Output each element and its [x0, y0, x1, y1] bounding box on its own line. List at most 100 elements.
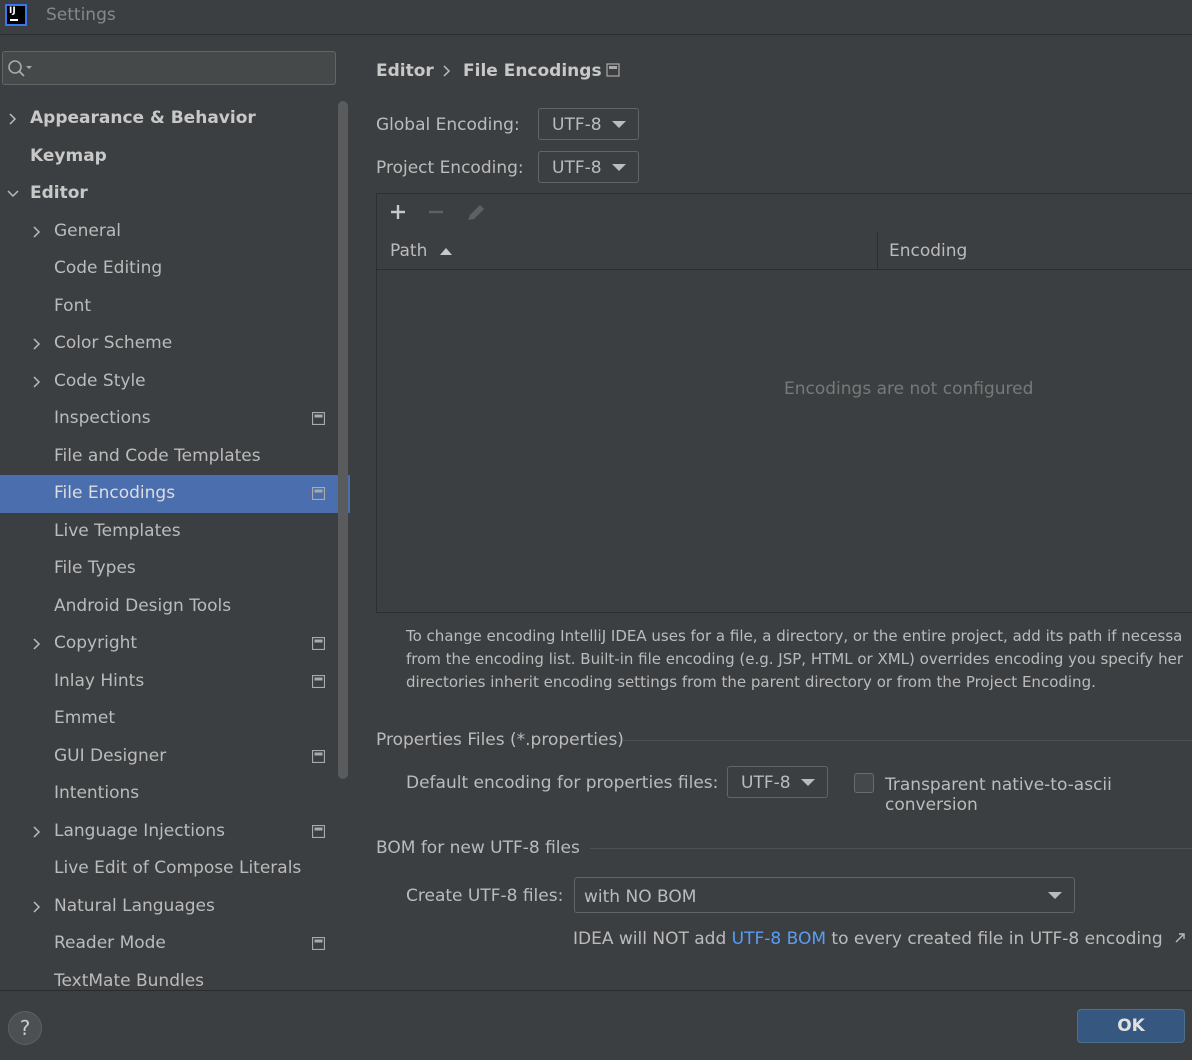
dropdown-arrow-icon — [612, 121, 626, 128]
column-header-path[interactable]: Path — [390, 241, 453, 261]
sidebar-item-file-encodings[interactable]: File Encodings — [0, 475, 350, 513]
sidebar-item-file-types[interactable]: File Types — [0, 550, 350, 588]
encoding-help-text: To change encoding IntelliJ IDEA uses fo… — [406, 625, 1192, 694]
sidebar-item-label: Copyright — [54, 633, 138, 653]
chevron-right-icon[interactable] — [6, 112, 20, 126]
project-scope-icon — [312, 824, 325, 838]
sidebar-item-copyright[interactable]: Copyright — [0, 625, 350, 663]
sidebar-item-label: File and Code Templates — [54, 445, 261, 466]
dropdown-arrow-icon — [801, 779, 815, 786]
column-divider[interactable] — [877, 232, 878, 269]
intellij-logo-icon: IJ — [5, 4, 27, 26]
section-divider — [622, 740, 1192, 741]
sidebar-item-label: Editor — [30, 183, 88, 203]
sidebar-item-intentions[interactable]: Intentions — [0, 775, 350, 813]
sidebar-item-gui-designer[interactable]: GUI Designer — [0, 738, 350, 776]
properties-section-title: Properties Files (*.properties) — [376, 730, 624, 750]
search-input[interactable] — [37, 55, 331, 83]
create-utf8-combo[interactable]: with NO BOM — [574, 877, 1075, 913]
sidebar-item-reader-mode[interactable]: Reader Mode — [0, 925, 350, 963]
create-utf8-value: with NO BOM — [584, 887, 697, 907]
encodings-table: Path Encoding Encodings are not configur… — [376, 193, 1192, 613]
project-scope-icon — [312, 749, 325, 763]
native-to-ascii-label[interactable]: Transparent native-to-ascii conversion — [885, 775, 1192, 815]
dialog-footer: ? OK — [0, 990, 1192, 1060]
breadcrumb-editor[interactable]: Editor — [376, 61, 434, 81]
help-button[interactable]: ? — [8, 1011, 42, 1045]
sidebar-item-inspections[interactable]: Inspections — [0, 400, 350, 438]
project-scope-icon — [312, 487, 325, 500]
sidebar-item-editor[interactable]: Editor — [0, 175, 350, 213]
settings-tree: Appearance & Behavior Keymap Editor General… — [0, 100, 350, 990]
sidebar-item-font[interactable]: Font — [0, 288, 350, 326]
sidebar-item-label: Font — [54, 295, 92, 316]
external-link-icon[interactable] — [1174, 932, 1186, 944]
sidebar-item-general[interactable]: General — [0, 213, 350, 251]
table-toolbar — [377, 194, 1192, 233]
sidebar-item-emmet[interactable]: Emmet — [0, 700, 350, 738]
project-encoding-combo[interactable]: UTF-8 — [538, 151, 639, 183]
properties-encoding-value: UTF-8 — [741, 773, 791, 793]
chevron-right-icon[interactable] — [30, 225, 44, 239]
ok-button[interactable]: OK — [1077, 1009, 1185, 1043]
sidebar-item-label: Live Edit of Compose Literals — [54, 858, 302, 878]
global-encoding-label: Global Encoding: — [376, 115, 520, 135]
sidebar-item-label: Inlay Hints — [54, 670, 145, 691]
sidebar-item-natural-languages[interactable]: Natural Languages — [0, 888, 350, 926]
sidebar-item-textmate-bundles[interactable]: TextMate Bundles — [0, 963, 350, 991]
empty-table-text: Encodings are not configured — [784, 379, 1034, 399]
edit-pencil-icon[interactable] — [465, 203, 487, 223]
sidebar-item-file-and-code-templates[interactable]: File and Code Templates — [0, 438, 350, 476]
sidebar-item-live-edit-of-compose-literals[interactable]: Live Edit of Compose Literals — [0, 850, 350, 888]
sidebar-item-appearance-behavior[interactable]: Appearance & Behavior — [0, 100, 350, 138]
utf8-bom-link[interactable]: UTF-8 BOM — [732, 929, 826, 949]
project-encoding-label: Project Encoding: — [376, 158, 524, 178]
chevron-right-icon[interactable] — [30, 637, 44, 651]
sidebar-item-label: Keymap — [30, 145, 107, 166]
sidebar-item-label: Appearance & Behavior — [30, 108, 256, 128]
search-icon — [8, 60, 32, 77]
sidebar-item-code-style[interactable]: Code Style — [0, 363, 350, 401]
sidebar-item-android-design-tools[interactable]: Android Design Tools — [0, 588, 350, 626]
sidebar-item-label: File Types — [54, 558, 136, 578]
global-encoding-combo[interactable]: UTF-8 — [538, 108, 639, 140]
title-bar: IJ Settings — [0, 0, 1192, 35]
chevron-right-icon[interactable] — [30, 900, 44, 914]
remove-icon[interactable] — [427, 203, 445, 221]
sidebar-item-label: Live Templates — [54, 520, 181, 541]
sidebar-item-label: Emmet — [54, 708, 115, 728]
sidebar-scrollbar[interactable] — [338, 101, 348, 779]
global-encoding-value: UTF-8 — [552, 115, 602, 135]
sidebar-item-live-templates[interactable]: Live Templates — [0, 513, 350, 551]
native-to-ascii-checkbox[interactable] — [854, 773, 874, 793]
sidebar-item-label: Intentions — [54, 783, 140, 803]
chevron-down-icon[interactable] — [6, 187, 20, 201]
chevron-right-icon[interactable] — [30, 825, 44, 839]
search-box[interactable] — [2, 51, 336, 85]
sidebar-item-color-scheme[interactable]: Color Scheme — [0, 325, 350, 363]
properties-default-label: Default encoding for properties files: — [406, 773, 719, 793]
add-icon[interactable] — [389, 203, 407, 221]
properties-encoding-combo[interactable]: UTF-8 — [727, 766, 828, 798]
window-title: Settings — [46, 5, 116, 25]
sidebar-item-inlay-hints[interactable]: Inlay Hints — [0, 663, 350, 701]
project-scope-icon — [312, 674, 325, 688]
project-scope-icon — [606, 63, 620, 77]
sidebar-item-code-editing[interactable]: Code Editing — [0, 250, 350, 288]
help-line: To change encoding IntelliJ IDEA uses fo… — [406, 627, 1183, 645]
project-scope-icon — [312, 412, 325, 425]
sidebar-item-label: File Encodings — [54, 483, 176, 503]
sidebar-item-label: Inspections — [54, 408, 151, 428]
help-line: from the encoding list. Built-in file en… — [406, 650, 1184, 668]
table-body: Encodings are not configured — [377, 270, 1192, 612]
breadcrumb-current: File Encodings — [463, 61, 602, 81]
sidebar-item-label: Language Injections — [54, 820, 226, 841]
column-header-encoding[interactable]: Encoding — [889, 241, 967, 261]
sidebar-item-label: Android Design Tools — [54, 595, 232, 616]
settings-sidebar: Appearance & Behavior Keymap Editor General… — [0, 35, 350, 990]
chevron-right-icon — [443, 65, 451, 77]
chevron-right-icon[interactable] — [30, 375, 44, 389]
sidebar-item-keymap[interactable]: Keymap — [0, 138, 350, 176]
chevron-right-icon[interactable] — [30, 337, 44, 351]
sidebar-item-language-injections[interactable]: Language Injections — [0, 813, 350, 851]
